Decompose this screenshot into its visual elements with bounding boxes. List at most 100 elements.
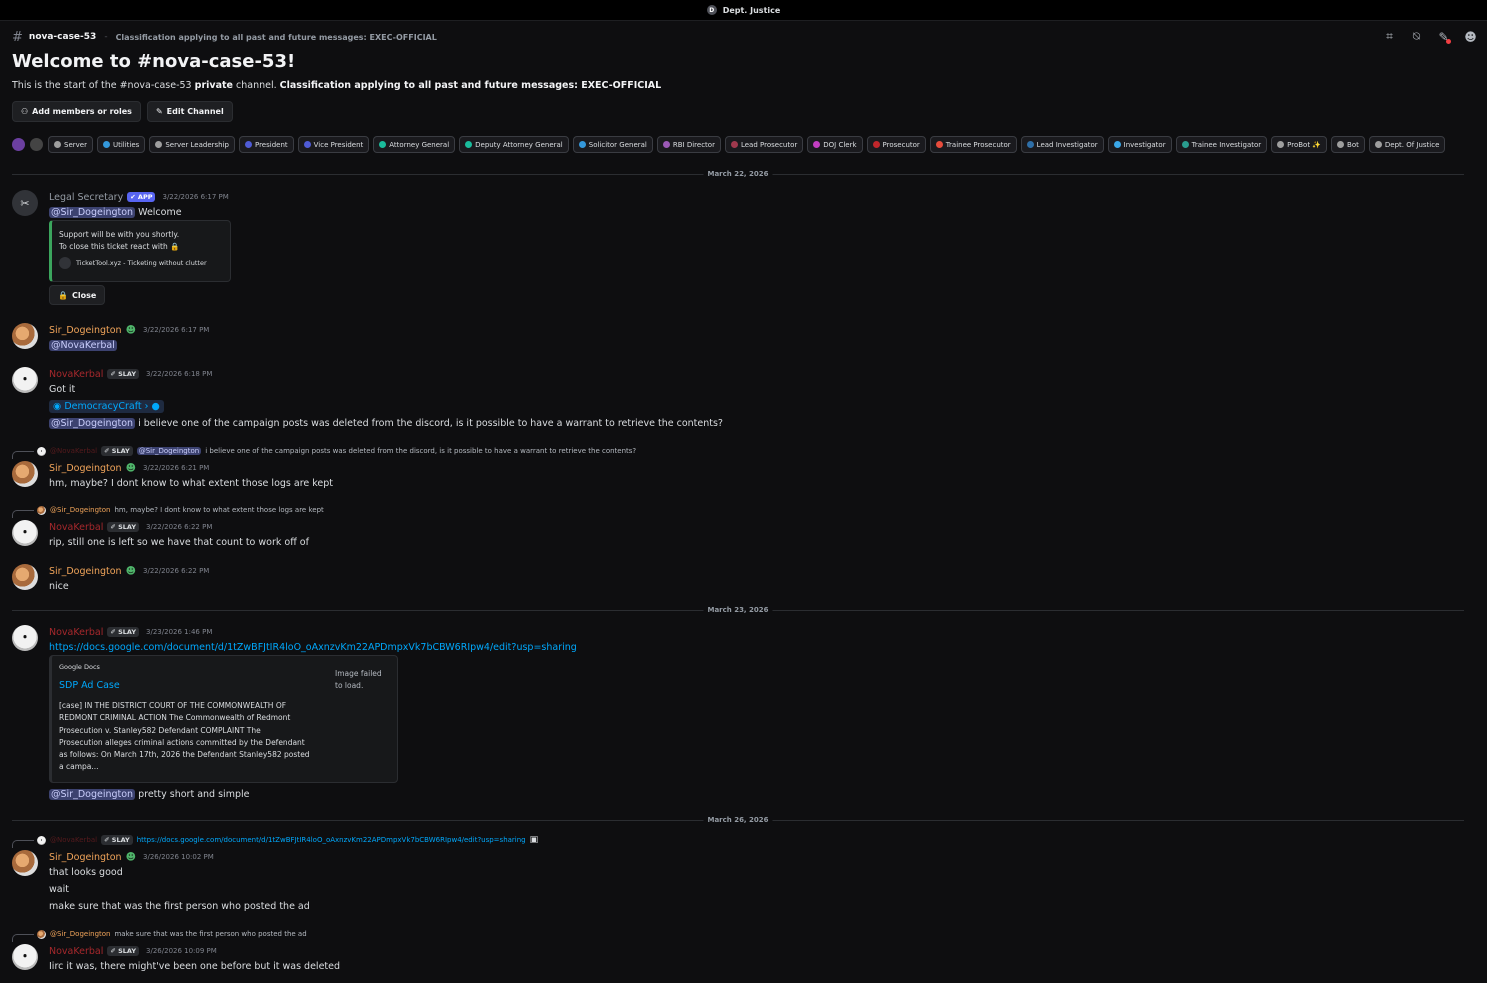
role-chip[interactable]: Investigator [1107,136,1172,153]
threads-icon[interactable]: ⌗ [1381,28,1398,45]
embed-desc-line: as follows: On March 17th, 2026 the Defe… [59,750,310,760]
reply-username: @Sir_Dogeington [50,506,111,514]
welcome-desc-mid: channel. [236,80,277,91]
username[interactable]: Sir_Dogeington [49,566,122,577]
role-color-dot [578,141,586,148]
header-separator: - [104,32,108,42]
username[interactable]: Sir_Dogeington [49,852,122,863]
role-chip[interactable]: Server [48,136,93,153]
role-chip[interactable]: Server Leadership [149,136,235,153]
role-label: Utilities [112,140,140,149]
username[interactable]: NovaKerbal [49,369,103,380]
reply-connector [12,510,34,518]
date-divider: March 22, 2026 [12,170,1464,178]
role-label: Server Leadership [165,140,229,149]
clan-tag: ✐ SLAY [107,946,140,956]
reply-connector [12,934,34,942]
avatar[interactable] [12,323,38,349]
role-chip[interactable]: RBI Director [656,136,721,153]
google-docs-embed: Google Docs SDP Ad Case [case] IN THE DI… [49,655,398,783]
server-name: Dept. Justice [722,5,781,15]
avatar[interactable] [12,520,38,546]
username[interactable]: Sir_Dogeington [49,325,122,336]
role-label: ProBot ✨ [1287,140,1322,149]
role-chip[interactable]: Prosecutor [866,136,926,153]
role-chip[interactable]: Utilities [96,136,146,153]
pins-icon[interactable]: ✎ [1435,28,1452,45]
add-members-button[interactable]: ⚇ Add members or roles [12,101,141,122]
avatar[interactable] [12,850,38,876]
channel-topic[interactable]: Classification applying to all past and … [116,33,437,42]
role-avatar [30,138,43,151]
unread-dot [1446,39,1451,44]
role-label: Dept. Of Justice [1384,140,1440,149]
role-color-dot [1181,141,1189,148]
role-chip[interactable]: Dept. Of Justice [1368,136,1446,153]
role-chip[interactable]: Attorney General [373,136,456,153]
channel-hash-icon: # [12,29,23,45]
role-chip[interactable]: Deputy Attorney General [459,136,569,153]
message-body: NovaKerbal ✐ SLAY 3/26/2026 10:09 PM Iir… [49,944,1449,975]
avatar[interactable] [12,625,38,651]
role-chip[interactable]: Trainee Prosecutor [929,136,1017,153]
role-chip[interactable]: ProBot ✨ [1271,136,1328,153]
username[interactable]: Legal Secretary [49,192,123,203]
user-mention[interactable]: @NovaKerbal [49,340,117,351]
reply-text: i believe one of the campaign posts was … [205,447,637,455]
role-chip[interactable]: Solicitor General [572,136,653,153]
lock-icon: 🔒 [170,242,180,251]
username[interactable]: NovaKerbal [49,946,103,957]
reply-username: @NovaKerbal [50,447,98,455]
close-ticket-button[interactable]: 🔒 Close [49,285,106,305]
verified-icon: ☻ [125,462,137,474]
document-link[interactable]: https://docs.google.com/document/d/1tZwB… [49,639,1449,656]
reply-preview[interactable]: @Sir_Dogeington hm, maybe? I dont know t… [37,504,324,516]
user-mention[interactable]: @Sir_Dogeington [49,207,136,218]
avatar[interactable] [12,367,38,393]
username[interactable]: Sir_Dogeington [49,463,122,474]
role-chip[interactable]: Lead Prosecutor [724,136,804,153]
message-content: pretty short and simple [138,789,250,800]
message-header: Sir_Dogeington ☻ 3/26/2026 10:02 PM [49,850,1449,864]
server-chip[interactable]: ◉ DemocracyCraft › ● [49,400,164,413]
role-chip[interactable]: President [238,136,294,153]
role-chip[interactable]: Lead Investigator [1020,136,1104,153]
reply-preview[interactable]: @NovaKerbal ✐ SLAY @Sir_Dogeington i bel… [37,445,636,457]
reply-connector [12,451,34,459]
role-color-dot [303,141,311,148]
message-text: rip, still one is left so we have that c… [49,537,309,548]
message-text: Got it [49,384,76,395]
server-icon: D [706,5,717,15]
members-icon[interactable]: ☻ [1462,28,1479,45]
role-color-dot [1337,141,1345,148]
role-list: Server Utilities Server Leadership Presiden… [12,136,1446,153]
role-label: Solicitor General [588,140,647,149]
role-chip[interactable]: Trainee Investigator [1175,136,1268,153]
avatar[interactable]: ✂ [12,190,38,216]
mute-icon[interactable]: ⍉ [1408,28,1425,45]
role-color-dot [872,141,880,148]
username[interactable]: NovaKerbal [49,627,103,638]
avatar[interactable] [12,461,38,487]
clan-tag: ✐ SLAY [101,446,133,456]
message-header: Sir_Dogeington ☻ 3/22/2026 6:22 PM [49,564,1449,578]
reply-preview[interactable]: @Sir_Dogeington make sure that was the f… [37,928,307,940]
role-chip[interactable]: Vice President [297,136,370,153]
user-mention[interactable]: @Sir_Dogeington [49,789,136,800]
image-icon: ▣ [529,835,539,845]
message-text: wait [49,884,69,895]
role-chip[interactable]: DOJ Clerk [807,136,863,153]
timestamp: 3/26/2026 10:02 PM [143,853,214,861]
embed-title[interactable]: SDP Ad Case [59,680,120,691]
date-divider-label: March 23, 2026 [703,606,773,614]
role-chip[interactable]: Bot [1331,136,1365,153]
username[interactable]: NovaKerbal [49,522,103,533]
avatar[interactable] [12,564,38,590]
avatar[interactable] [12,944,38,970]
role-color-dot [1026,141,1034,148]
user-mention[interactable]: @Sir_Dogeington [49,418,136,429]
reply-preview[interactable]: @NovaKerbal ✐ SLAY https://docs.google.c… [37,834,538,846]
discord-window: D Dept. Justice # nova-case-53 - Classif… [0,0,1487,983]
edit-channel-button[interactable]: ✎ Edit Channel [146,101,233,122]
date-divider-label: March 26, 2026 [703,816,773,824]
